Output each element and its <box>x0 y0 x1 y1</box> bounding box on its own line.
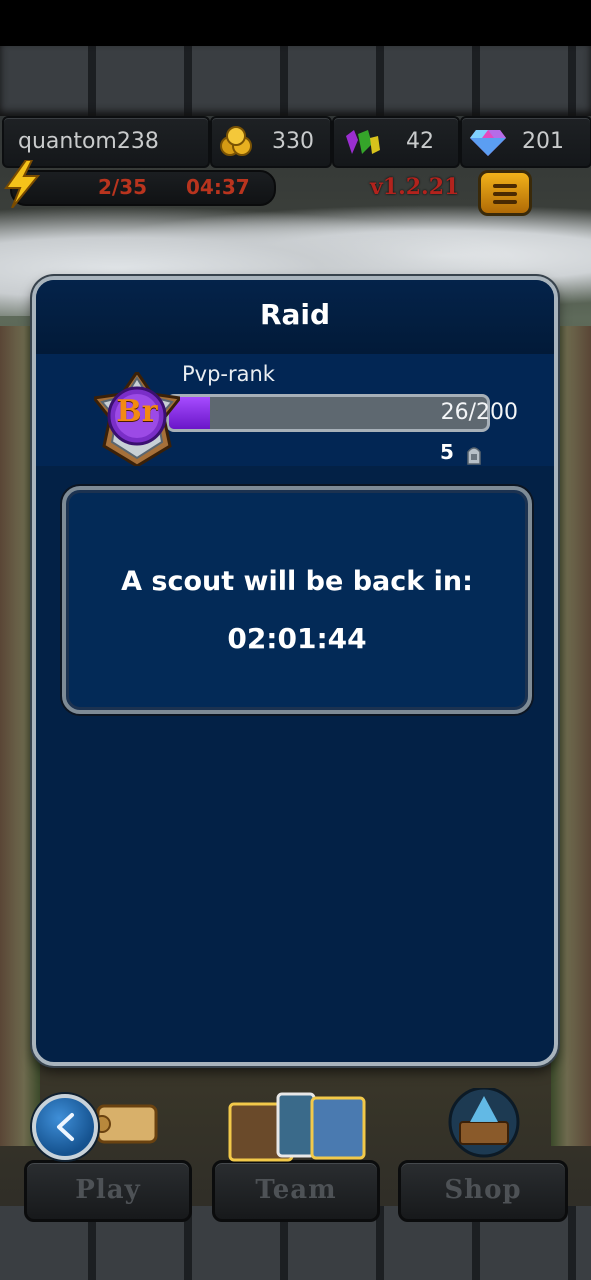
scout-message: A scout will be back in: <box>121 566 473 597</box>
coin-icon <box>220 126 252 156</box>
scout-status-panel: A scout will be back in: 02:01:44 <box>62 486 532 714</box>
dialog-header: Raid <box>36 280 554 354</box>
diamond-icon <box>470 130 506 156</box>
diamonds-counter[interactable]: 201 <box>460 116 591 168</box>
nav-team-label: Team <box>255 1175 337 1205</box>
scroll-map-icon <box>93 1104 158 1144</box>
gem-icon <box>346 130 380 154</box>
gold-counter[interactable]: 330 <box>210 116 332 168</box>
gems-counter[interactable]: 42 <box>332 116 460 168</box>
raid-dialog: Raid Pvp-rank 26/200 Br 5 A scout will b… <box>32 276 558 1066</box>
rank-badge-text: Br <box>116 394 158 429</box>
rank-token-icon <box>467 447 481 465</box>
menu-button[interactable] <box>478 170 532 216</box>
chevron-left-icon <box>57 1113 74 1141</box>
gold-value: 330 <box>272 129 314 154</box>
rank-token-count: 5 <box>440 440 454 464</box>
energy-timer: 04:37 <box>186 175 250 199</box>
shop-chest-icon <box>448 1088 520 1158</box>
back-button[interactable] <box>32 1094 98 1160</box>
cards-icon <box>228 1092 366 1162</box>
nav-team-button[interactable]: Team <box>212 1160 380 1222</box>
version-label: v1.2.21 <box>370 174 460 200</box>
energy-count: 2/35 <box>98 175 148 199</box>
diamonds-value: 201 <box>522 129 564 154</box>
nav-shop-button[interactable]: Shop <box>398 1160 568 1222</box>
nav-play-button[interactable]: Play <box>24 1160 192 1222</box>
stone-wall-top <box>0 46 591 116</box>
nav-shop-label: Shop <box>444 1175 522 1205</box>
dialog-title: Raid <box>259 298 331 331</box>
status-bar <box>0 0 591 46</box>
lightning-icon <box>4 160 41 208</box>
nav-play-label: Play <box>75 1175 141 1205</box>
pvp-rank-label: Pvp-rank <box>182 362 275 386</box>
pvp-rank-progress-text: 26/200 <box>440 400 518 425</box>
player-name: quantom238 <box>18 129 159 154</box>
scout-timer: 02:01:44 <box>227 622 367 655</box>
gems-value: 42 <box>406 129 434 154</box>
